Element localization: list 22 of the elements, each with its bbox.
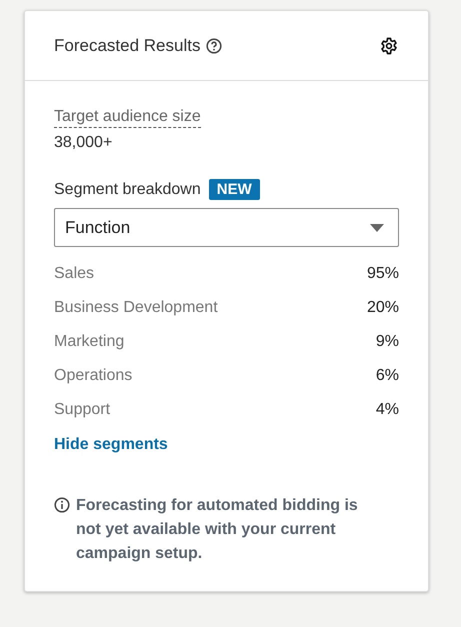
forecasting-note: Forecasting for automated bidding is not yet available with your current campaign setup. [76,496,359,564]
hide-segments-link[interactable]: Hide segments [54,436,168,454]
new-badge: NEW [208,179,260,200]
segment-percent: 20% [366,298,399,318]
help-icon[interactable] [206,38,222,54]
settings-icon[interactable] [380,36,398,54]
segment-dropdown[interactable]: Function [54,208,399,247]
caret-icon [370,224,384,232]
segment-name: Support [54,400,110,420]
audience-size-value: 38,000+ [54,134,112,152]
segment-name: Operations [54,366,132,386]
segment-name: Sales [54,264,94,284]
segment-name: Marketing [54,332,124,352]
segment-percent: 4% [376,400,399,420]
card-title: Forecasted Results [54,36,200,56]
audience-size-label[interactable]: Target audience size [54,107,201,128]
segment-percent: 9% [376,332,399,352]
segment-percent: 95% [366,264,399,284]
segment-percent: 6% [376,366,399,386]
segment-breakdown-label: Segment breakdown [54,180,201,198]
info-icon [54,497,70,513]
segment-name: Business Development [54,298,218,318]
